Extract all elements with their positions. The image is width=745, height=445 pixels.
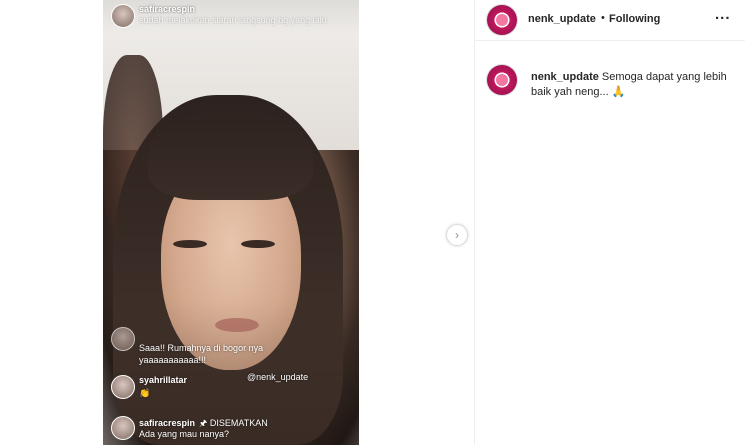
post-caption: nenk_update Semoga dapat yang lebih baik… [531,70,731,100]
post-header: nenk_update • Following ... [475,0,745,41]
author-avatar[interactable] [487,5,517,35]
pinned-username: safiracrespin [139,418,196,428]
live-commenter-avatar [111,416,135,440]
next-media-button[interactable]: › [446,224,468,246]
live-comment-username: syahrillatar [139,375,188,385]
author-username[interactable]: nenk_update [528,13,596,25]
caption-username[interactable]: nenk_update [531,71,599,83]
live-commenter-avatar [111,4,135,28]
chevron-right-icon: › [455,228,459,242]
clap-emoji: 👏 [139,388,151,398]
person-eye-right [241,240,275,248]
follow-status-button[interactable]: Following [609,13,660,25]
caption-author-avatar[interactable] [487,65,517,95]
live-comment-text: yaaaaaaaaaaa!!! [139,355,207,365]
live-top-text: sudah melakukan siaran langsung bg yang … [139,15,327,25]
user-tag[interactable]: @nenk_update [247,372,308,382]
live-top-username: safiracrespin [139,4,196,14]
live-comment-text: Saaa!! Rumahnya di bogor nya [139,343,264,353]
pinned-label: 🖈 DISEMATKAN [199,418,268,428]
left-margin [0,0,103,445]
post-media-video[interactable]: safiracrespin sudah melakukan siaran lan… [103,0,359,445]
live-commenter-avatar [111,327,135,351]
header-separator: • [601,12,605,24]
live-commenter-avatar [111,375,135,399]
person-bangs [148,110,313,200]
live-comment-text: Ada yang mau nanya? [139,429,230,439]
post-details-panel: nenk_update • Following ... nenk_update … [474,0,745,445]
more-options-icon[interactable]: ... [715,6,731,23]
person-eye-left [173,240,207,248]
